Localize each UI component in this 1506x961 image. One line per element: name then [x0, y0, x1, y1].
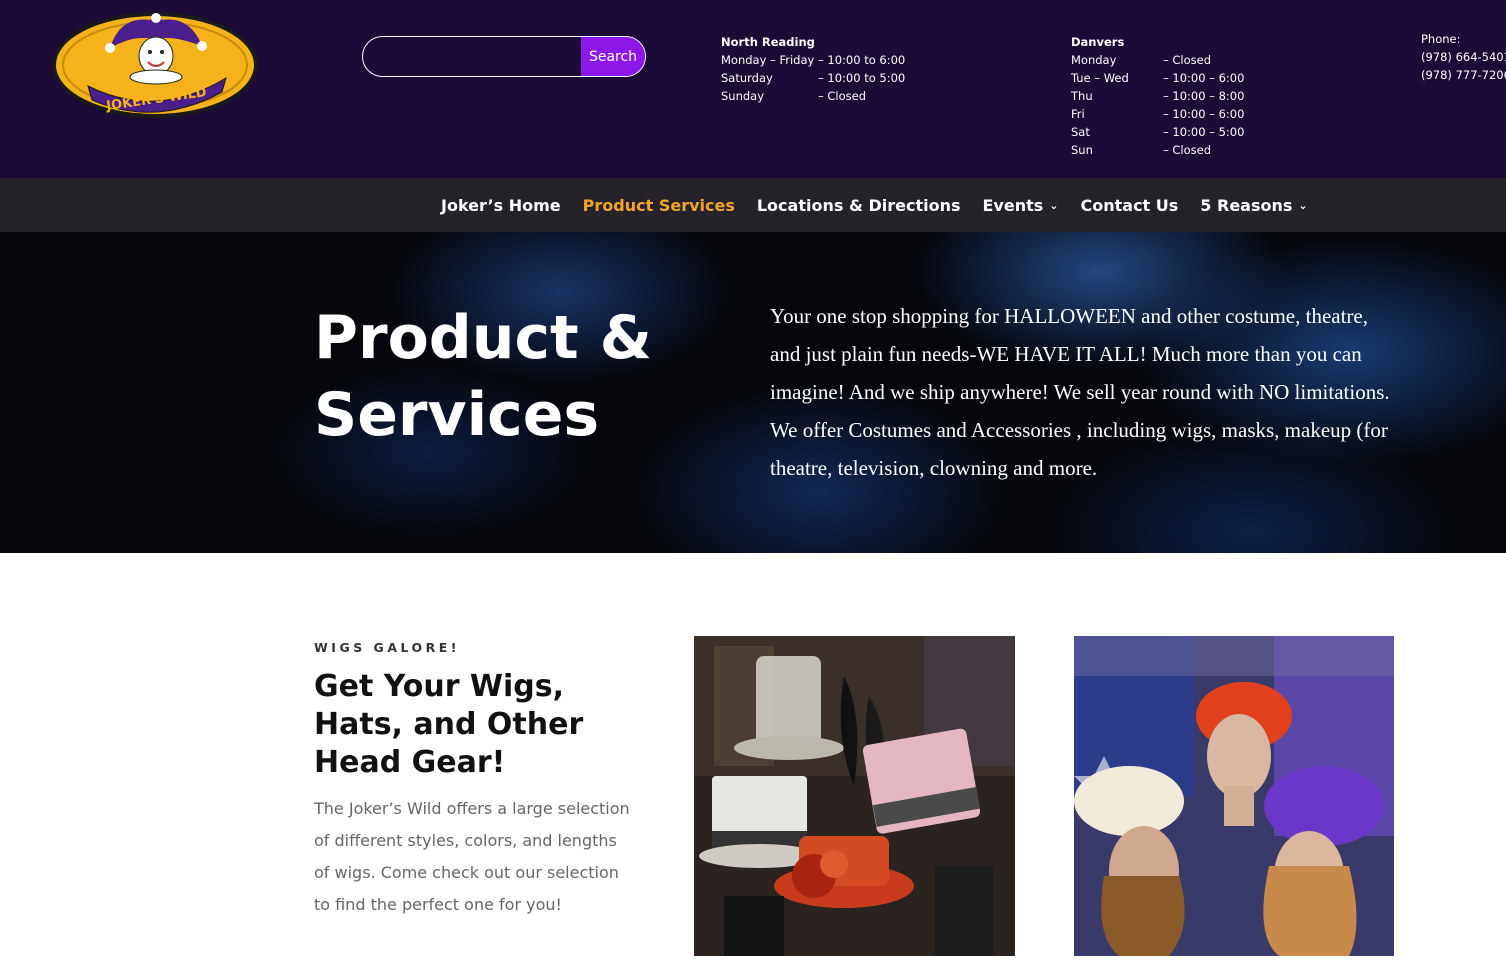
hours-row: Saturday – 10:00 to 5:00	[721, 71, 906, 85]
phone-number[interactable]: (978) 777-7206	[1421, 66, 1506, 84]
top-header: JOKER'S WILD Search North Reading Monday…	[0, 0, 1506, 178]
section-description: The Joker’s Wild offers a large selectio…	[314, 799, 630, 914]
phone-number[interactable]: (978) 664-5401	[1421, 48, 1506, 66]
main-nav: Joker’s Home Product Services Locations …	[0, 178, 1506, 232]
nav-item-jokers-home[interactable]: Joker’s Home	[441, 196, 561, 215]
nav-item-contact-us[interactable]: Contact Us	[1081, 196, 1179, 215]
search-box: Search	[362, 36, 646, 77]
north-reading-title: North Reading	[721, 35, 815, 49]
hero-description: Your one stop shopping for HALLOWEEN and…	[770, 304, 1390, 480]
hours-row: Monday – Friday – 10:00 to 6:00	[721, 53, 906, 67]
jokers-wild-logo[interactable]: JOKER'S WILD	[50, 8, 260, 120]
phone-label: Phone:	[1421, 32, 1461, 46]
hours-row: Thu – 10:00 – 8:00	[1071, 89, 1245, 103]
danvers-title: Danvers	[1071, 35, 1125, 49]
hours-row: Tue – Wed – 10:00 – 6:00	[1071, 71, 1245, 85]
hours-row: Sunday – Closed	[721, 89, 867, 103]
nav-item-5-reasons[interactable]: 5 Reasons ⌄	[1200, 196, 1307, 215]
search-input[interactable]	[363, 37, 581, 76]
nav-item-locations-directions[interactable]: Locations & Directions	[757, 196, 961, 215]
chevron-down-icon: ⌄	[1049, 198, 1059, 212]
wig-mannequins-photo	[1074, 636, 1394, 956]
hero-banner: Product & Services Your one stop shoppin…	[0, 232, 1506, 553]
hours-row: Sun – Closed	[1071, 143, 1212, 157]
hats-display-photo	[694, 636, 1015, 956]
section-eyebrow: WIGS GALORE!	[314, 640, 460, 655]
hours-row: Monday – Closed	[1071, 53, 1212, 67]
hours-row: Sat – 10:00 – 5:00	[1071, 125, 1245, 139]
chevron-down-icon: ⌄	[1298, 198, 1308, 212]
nav-item-events[interactable]: Events ⌄	[983, 196, 1059, 215]
hours-row: Fri – 10:00 – 6:00	[1071, 107, 1245, 121]
phone-block: Phone: (978) 664-5401 (978) 777-7206	[1421, 30, 1506, 84]
north-reading-hours: North Reading Monday – Friday – 10:00 to …	[721, 33, 905, 105]
page-title: Product & Services	[314, 303, 652, 450]
search-button[interactable]: Search	[581, 37, 645, 76]
nav-item-product-services[interactable]: Product Services	[583, 196, 735, 215]
danvers-hours: Danvers Monday – Closed Tue – Wed – 10:00 …	[1071, 33, 1244, 159]
section-title: Get Your Wigs, Hats, and Other Head Gear…	[314, 669, 584, 780]
